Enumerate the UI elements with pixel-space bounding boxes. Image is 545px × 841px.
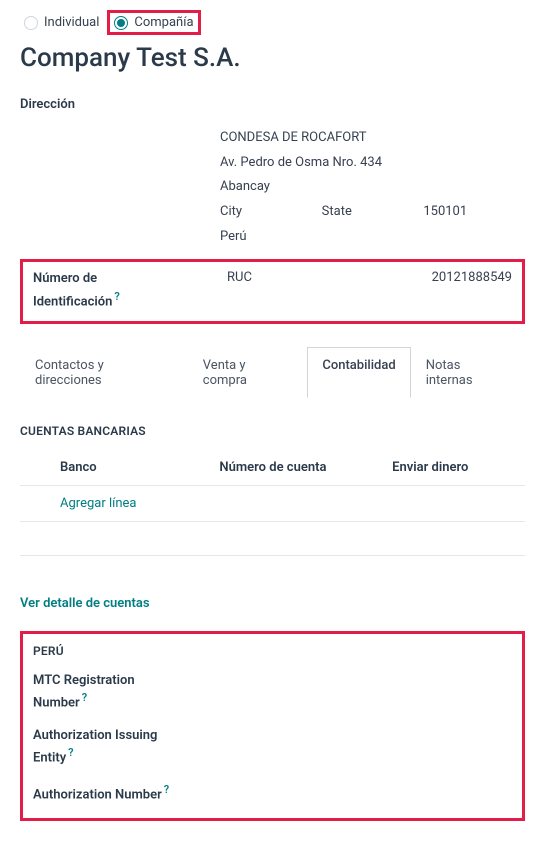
bank-accounts-title: CUENTAS BANCARIAS	[20, 424, 525, 438]
radio-individual[interactable]: Individual	[20, 13, 103, 32]
help-icon[interactable]: ?	[164, 783, 169, 796]
peru-field-mtc: MTC Registration Number?	[33, 672, 203, 713]
help-icon[interactable]: ?	[68, 746, 73, 759]
address-country: Perú	[220, 225, 525, 250]
tab-contacts[interactable]: Contactos y direcciones	[20, 347, 188, 398]
identification-number: 20121888549	[372, 270, 513, 285]
address-line2: Av. Pedro de Osma Nro. 434	[220, 151, 525, 176]
address-section-label: Dirección	[20, 97, 525, 112]
peru-block: PERÚ MTC Registration Number? Authorizat…	[20, 631, 525, 821]
view-accounts-detail-link[interactable]: Ver detalle de cuentas	[20, 596, 525, 611]
tab-accounting[interactable]: Contabilidad	[307, 347, 410, 398]
peru-field-auth-number: Authorization Number?	[33, 782, 203, 805]
radio-company-label: Compañía	[134, 15, 193, 30]
peru-field-auth-entity: Authorization Issuing Entity?	[33, 727, 203, 768]
identification-block: Número de Identificación? RUC 2012188854…	[20, 259, 525, 324]
help-icon[interactable]: ?	[82, 691, 87, 704]
address-line1: CONDESA DE ROCAFORT	[220, 126, 525, 151]
contact-type-radio-group: Individual Compañía	[20, 10, 525, 35]
col-bank: Banco	[60, 460, 219, 475]
address-zip: 150101	[423, 200, 525, 225]
add-line-link[interactable]: Agregar línea	[60, 496, 136, 511]
tab-notes[interactable]: Notas internas	[411, 347, 525, 398]
address-state: State	[322, 200, 424, 225]
tab-sales[interactable]: Venta y compra	[188, 347, 308, 398]
col-send: Enviar dinero	[392, 460, 525, 475]
page-title: Company Test S.A.	[20, 43, 525, 73]
identification-label: Número de Identificación?	[33, 270, 223, 311]
bank-accounts-table: Banco Número de cuenta Enviar dinero Agr…	[20, 456, 525, 556]
col-account: Número de cuenta	[219, 460, 392, 475]
radio-circle-selected-icon	[114, 16, 128, 30]
tabs: Contactos y direcciones Venta y compra C…	[20, 346, 525, 398]
help-icon[interactable]: ?	[114, 290, 119, 303]
address-line3: Abancay	[220, 175, 525, 200]
radio-individual-label: Individual	[44, 15, 99, 30]
radio-circle-icon	[24, 16, 38, 30]
radio-company[interactable]: Compañía	[107, 10, 200, 35]
address-city: City	[220, 200, 322, 225]
address-block: CONDESA DE ROCAFORT Av. Pedro de Osma Nr…	[220, 126, 525, 249]
peru-title: PERÚ	[33, 644, 512, 658]
identification-type: RUC	[227, 270, 368, 285]
